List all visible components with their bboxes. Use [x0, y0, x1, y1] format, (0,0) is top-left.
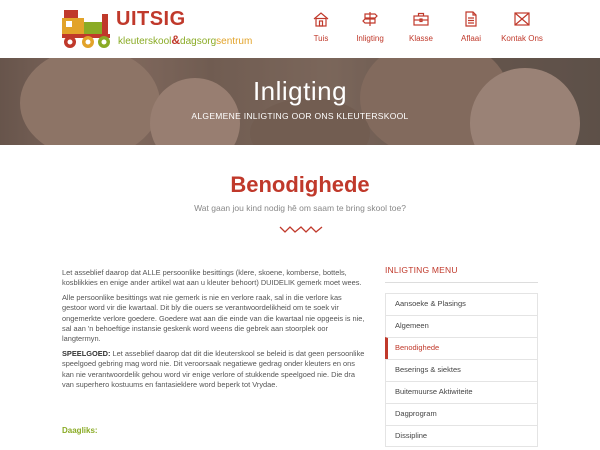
brand-subtitle: kleuterskool&dagsorgsentrum — [118, 33, 252, 47]
content-paragraph-speelgoed: SPEELGOED: Let asseblief daarop dat dit … — [62, 349, 368, 391]
nav-label: Tuis — [313, 34, 329, 43]
content-paragraph: Alle persoonlike besittings wat nie geme… — [62, 292, 365, 344]
site-logo[interactable]: UITSIG kleuterskool&dagsorgsentrum — [62, 6, 282, 50]
nav-item-aflaai[interactable]: Aflaai — [446, 10, 496, 43]
section-subtitle: Wat gaan jou kind nodig hê om saam te br… — [194, 203, 406, 213]
house-icon — [313, 12, 329, 27]
sidebar-item-dissipline[interactable]: Dissipline — [385, 425, 538, 447]
document-icon — [465, 11, 477, 27]
envelope-icon — [514, 12, 530, 26]
hero-title: Inligting — [252, 76, 348, 106]
speelgoed-label: SPEELGOED: — [62, 348, 111, 358]
nav-item-kontak-ons[interactable]: Kontak Ons — [496, 10, 548, 43]
main-content: Let asseblief daarop dat ALLE persoonlik… — [62, 268, 368, 394]
zigzag-divider-icon — [279, 226, 323, 233]
sidebar-divider — [385, 282, 538, 283]
sidebar-item-buitemuurse[interactable]: Buitemuurse Aktiwiteite — [385, 381, 538, 403]
brand-sub-b: dagsorg — [180, 36, 217, 47]
train-logo-icon — [62, 10, 110, 48]
brand-sub-c: sentrum — [216, 36, 253, 47]
site-header: UITSIG kleuterskool&dagsorgsentrum Tuis … — [0, 0, 600, 58]
nav-label: Kontak Ons — [501, 34, 543, 43]
sidebar-item-aansoeke[interactable]: Aansoeke & Plasings — [385, 293, 538, 315]
briefcase-icon — [413, 12, 429, 26]
sidebar-menu: Aansoeke & Plasings Algemeen Benodighede… — [385, 293, 538, 447]
daagliks-heading: Daagliks: — [62, 426, 98, 435]
brand-name: UITSIG — [116, 8, 186, 30]
sidebar-item-benodighede[interactable]: Benodighede — [385, 337, 538, 359]
hero-subtitle: ALGEMENE INLIGTING OOR ONS KLEUTERSKOOL — [191, 111, 409, 121]
nav-item-inligting[interactable]: Inligting — [344, 10, 396, 43]
content-paragraph: Let asseblief daarop dat ALLE persoonlik… — [62, 268, 362, 288]
nav-label: Klasse — [408, 34, 433, 43]
nav-label: Inligting — [356, 34, 384, 43]
nav-label: Aflaai — [460, 34, 481, 43]
sidebar-title: INLIGTING MENU — [385, 265, 458, 275]
nav-item-tuis[interactable]: Tuis — [298, 10, 344, 43]
nav-item-klasse[interactable]: Klasse — [396, 10, 446, 43]
sidebar-item-algemeen[interactable]: Algemeen — [385, 315, 538, 337]
brand-sub-a: kleuterskool — [118, 36, 172, 47]
brand-sub-amp: & — [171, 33, 181, 47]
main-nav: Tuis Inligting Klasse Aflaai Kontak Ons — [298, 10, 548, 43]
hero-banner: Inligting ALGEMENE INLIGTING OOR ONS KLE… — [0, 58, 600, 145]
sidebar-item-beserings[interactable]: Beserings & siektes — [385, 359, 538, 381]
section-title: Benodighede — [230, 172, 370, 197]
sidebar-item-dagprogram[interactable]: Dagprogram — [385, 403, 538, 425]
signpost-icon — [362, 12, 378, 26]
